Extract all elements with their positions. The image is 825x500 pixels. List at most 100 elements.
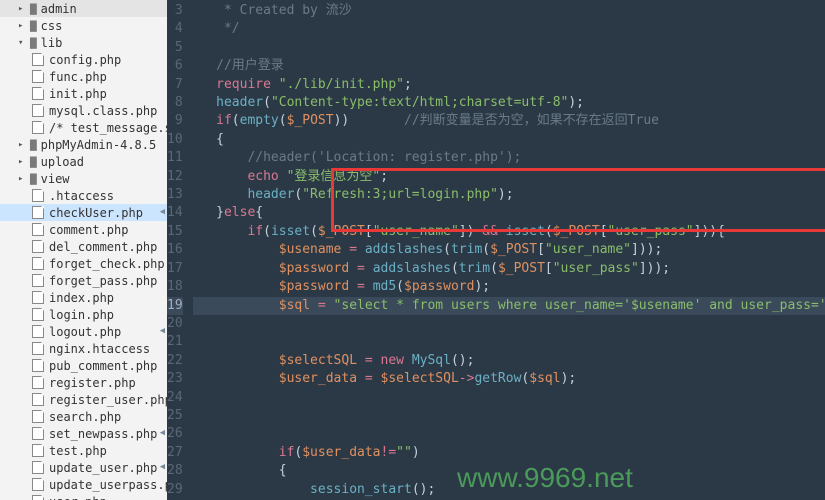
code-line[interactable] [193, 315, 825, 333]
code-line[interactable]: $password = md5($password); [193, 278, 825, 296]
file-label: register_user.php [49, 393, 167, 407]
file-icon [32, 410, 44, 423]
file-item[interactable]: mysql.class.php [0, 102, 167, 119]
expand-arrow-icon: ▸ [18, 157, 27, 167]
folder-icon: ▇ [30, 155, 37, 168]
file-label: phpMyAdmin-4.8.5 [41, 138, 157, 152]
file-item[interactable]: init.php [0, 85, 167, 102]
file-icon [32, 376, 44, 389]
file-item[interactable]: register_user.php [0, 391, 167, 408]
folder-item[interactable]: ▾▇lib [0, 34, 167, 51]
file-item[interactable]: set_newpass.php◀ [0, 425, 167, 442]
file-label: forget_check.php [49, 257, 165, 271]
file-icon [32, 104, 44, 117]
code-line[interactable]: */ [193, 20, 825, 38]
file-label: set_newpass.php [49, 427, 157, 441]
folder-icon: ▇ [30, 2, 37, 15]
file-label: search.php [49, 410, 121, 424]
file-icon [32, 87, 44, 100]
file-item[interactable]: forget_pass.php [0, 272, 167, 289]
file-item[interactable]: checkUser.php◀ [0, 204, 167, 221]
file-label: comment.php [49, 223, 128, 237]
file-icon [32, 121, 44, 134]
code-line[interactable]: if($user_data!="") [193, 444, 825, 462]
code-line[interactable] [193, 407, 825, 425]
code-line[interactable] [193, 425, 825, 443]
folder-item[interactable]: ▸▇admin [0, 0, 167, 17]
folder-icon: ▇ [30, 36, 37, 49]
file-item[interactable]: test.php [0, 442, 167, 459]
file-label: config.php [49, 53, 121, 67]
code-line[interactable]: * Created by 流沙 [193, 2, 825, 20]
file-icon [32, 257, 44, 270]
watermark-text: www.9969.net [457, 462, 633, 494]
expand-arrow-icon: ▾ [18, 38, 27, 48]
code-line[interactable]: //header('Location: register.php'); [193, 149, 825, 167]
file-icon [32, 223, 44, 236]
file-item[interactable]: .htaccess [0, 187, 167, 204]
file-item[interactable]: comment.php [0, 221, 167, 238]
code-line[interactable]: }else{ [193, 204, 825, 222]
file-item[interactable]: register.php [0, 374, 167, 391]
file-item[interactable]: index.php [0, 289, 167, 306]
file-item[interactable]: user.php [0, 493, 167, 500]
file-item[interactable]: forget_check.php [0, 255, 167, 272]
code-line[interactable]: $sql = "select * from users where user_n… [193, 297, 825, 315]
code-line[interactable]: $password = addslashes(trim($_POST["user… [193, 260, 825, 278]
code-line[interactable]: header("Content-type:text/html;charset=u… [193, 94, 825, 112]
code-line[interactable]: $selectSQL = new MySql(); [193, 352, 825, 370]
file-item[interactable]: config.php [0, 51, 167, 68]
code-line[interactable]: echo "登录信息为空"; [193, 168, 825, 186]
file-label: pub_comment.php [49, 359, 157, 373]
file-label: update_user.php [49, 461, 157, 475]
code-line[interactable]: { [193, 131, 825, 149]
code-line[interactable] [193, 39, 825, 57]
file-item[interactable]: /* test_message.sql [0, 119, 167, 136]
code-line[interactable]: if(isset($_POST["user_name"]) && isset($… [193, 223, 825, 241]
file-label: upload [41, 155, 84, 169]
file-label: test.php [49, 444, 107, 458]
code-line[interactable] [193, 333, 825, 351]
folder-item[interactable]: ▸▇css [0, 17, 167, 34]
code-line[interactable]: header("Refresh:3;url=login.php"); [193, 186, 825, 204]
marker-icon: ◀ [160, 326, 165, 336]
folder-icon: ▇ [30, 19, 37, 32]
expand-arrow-icon: ▸ [18, 4, 27, 14]
file-label: /* test_message.sql [49, 121, 167, 135]
folder-item[interactable]: ▸▇view [0, 170, 167, 187]
file-label: index.php [49, 291, 114, 305]
code-line[interactable]: //用户登录 [193, 57, 825, 75]
file-tree-sidebar[interactable]: ▸▇admin▸▇css▾▇lib config.php func.phpinit.… [0, 0, 167, 500]
file-item[interactable]: logout.php◀ [0, 323, 167, 340]
file-label: func.php [49, 70, 107, 84]
file-label: user.php [49, 495, 107, 500]
folder-item[interactable]: ▸▇phpMyAdmin-4.8.5 [0, 136, 167, 153]
file-icon [32, 495, 44, 500]
expand-arrow-icon: ▸ [18, 140, 27, 150]
file-item[interactable]: login.php [0, 306, 167, 323]
code-line[interactable]: $user_data = $selectSQL->getRow($sql); [193, 370, 825, 388]
expand-arrow-icon: ▸ [18, 174, 27, 184]
file-item[interactable]: pub_comment.php [0, 357, 167, 374]
file-item[interactable]: del_comment.php [0, 238, 167, 255]
file-icon [32, 393, 44, 406]
file-item[interactable]: update_userpass.php [0, 476, 167, 493]
code-line[interactable]: require "./lib/init.php"; [193, 76, 825, 94]
file-item[interactable]: update_user.php◀ [0, 459, 167, 476]
file-item[interactable]: func.php [0, 68, 167, 85]
file-item[interactable]: search.php [0, 408, 167, 425]
file-icon [32, 461, 44, 474]
file-item[interactable]: nginx.htaccess [0, 340, 167, 357]
file-label: view [41, 172, 70, 186]
file-label: nginx.htaccess [49, 342, 150, 356]
code-line[interactable] [193, 389, 825, 407]
code-editor[interactable]: 3456789101112131415161718192021222324252… [167, 0, 825, 500]
file-label: register.php [49, 376, 136, 390]
folder-item[interactable]: ▸▇ upload [0, 153, 167, 170]
code-line[interactable]: if(empty($_POST)) //判断变量是否为空，如果不存在返回True [193, 112, 825, 130]
file-icon [32, 70, 44, 83]
marker-icon: ◀ [160, 428, 165, 438]
file-label: login.php [49, 308, 114, 322]
code-content[interactable]: * Created by 流沙 */ //用户登录 require "./lib… [193, 0, 825, 500]
code-line[interactable]: $usename = addslashes(trim($_POST["user_… [193, 241, 825, 259]
